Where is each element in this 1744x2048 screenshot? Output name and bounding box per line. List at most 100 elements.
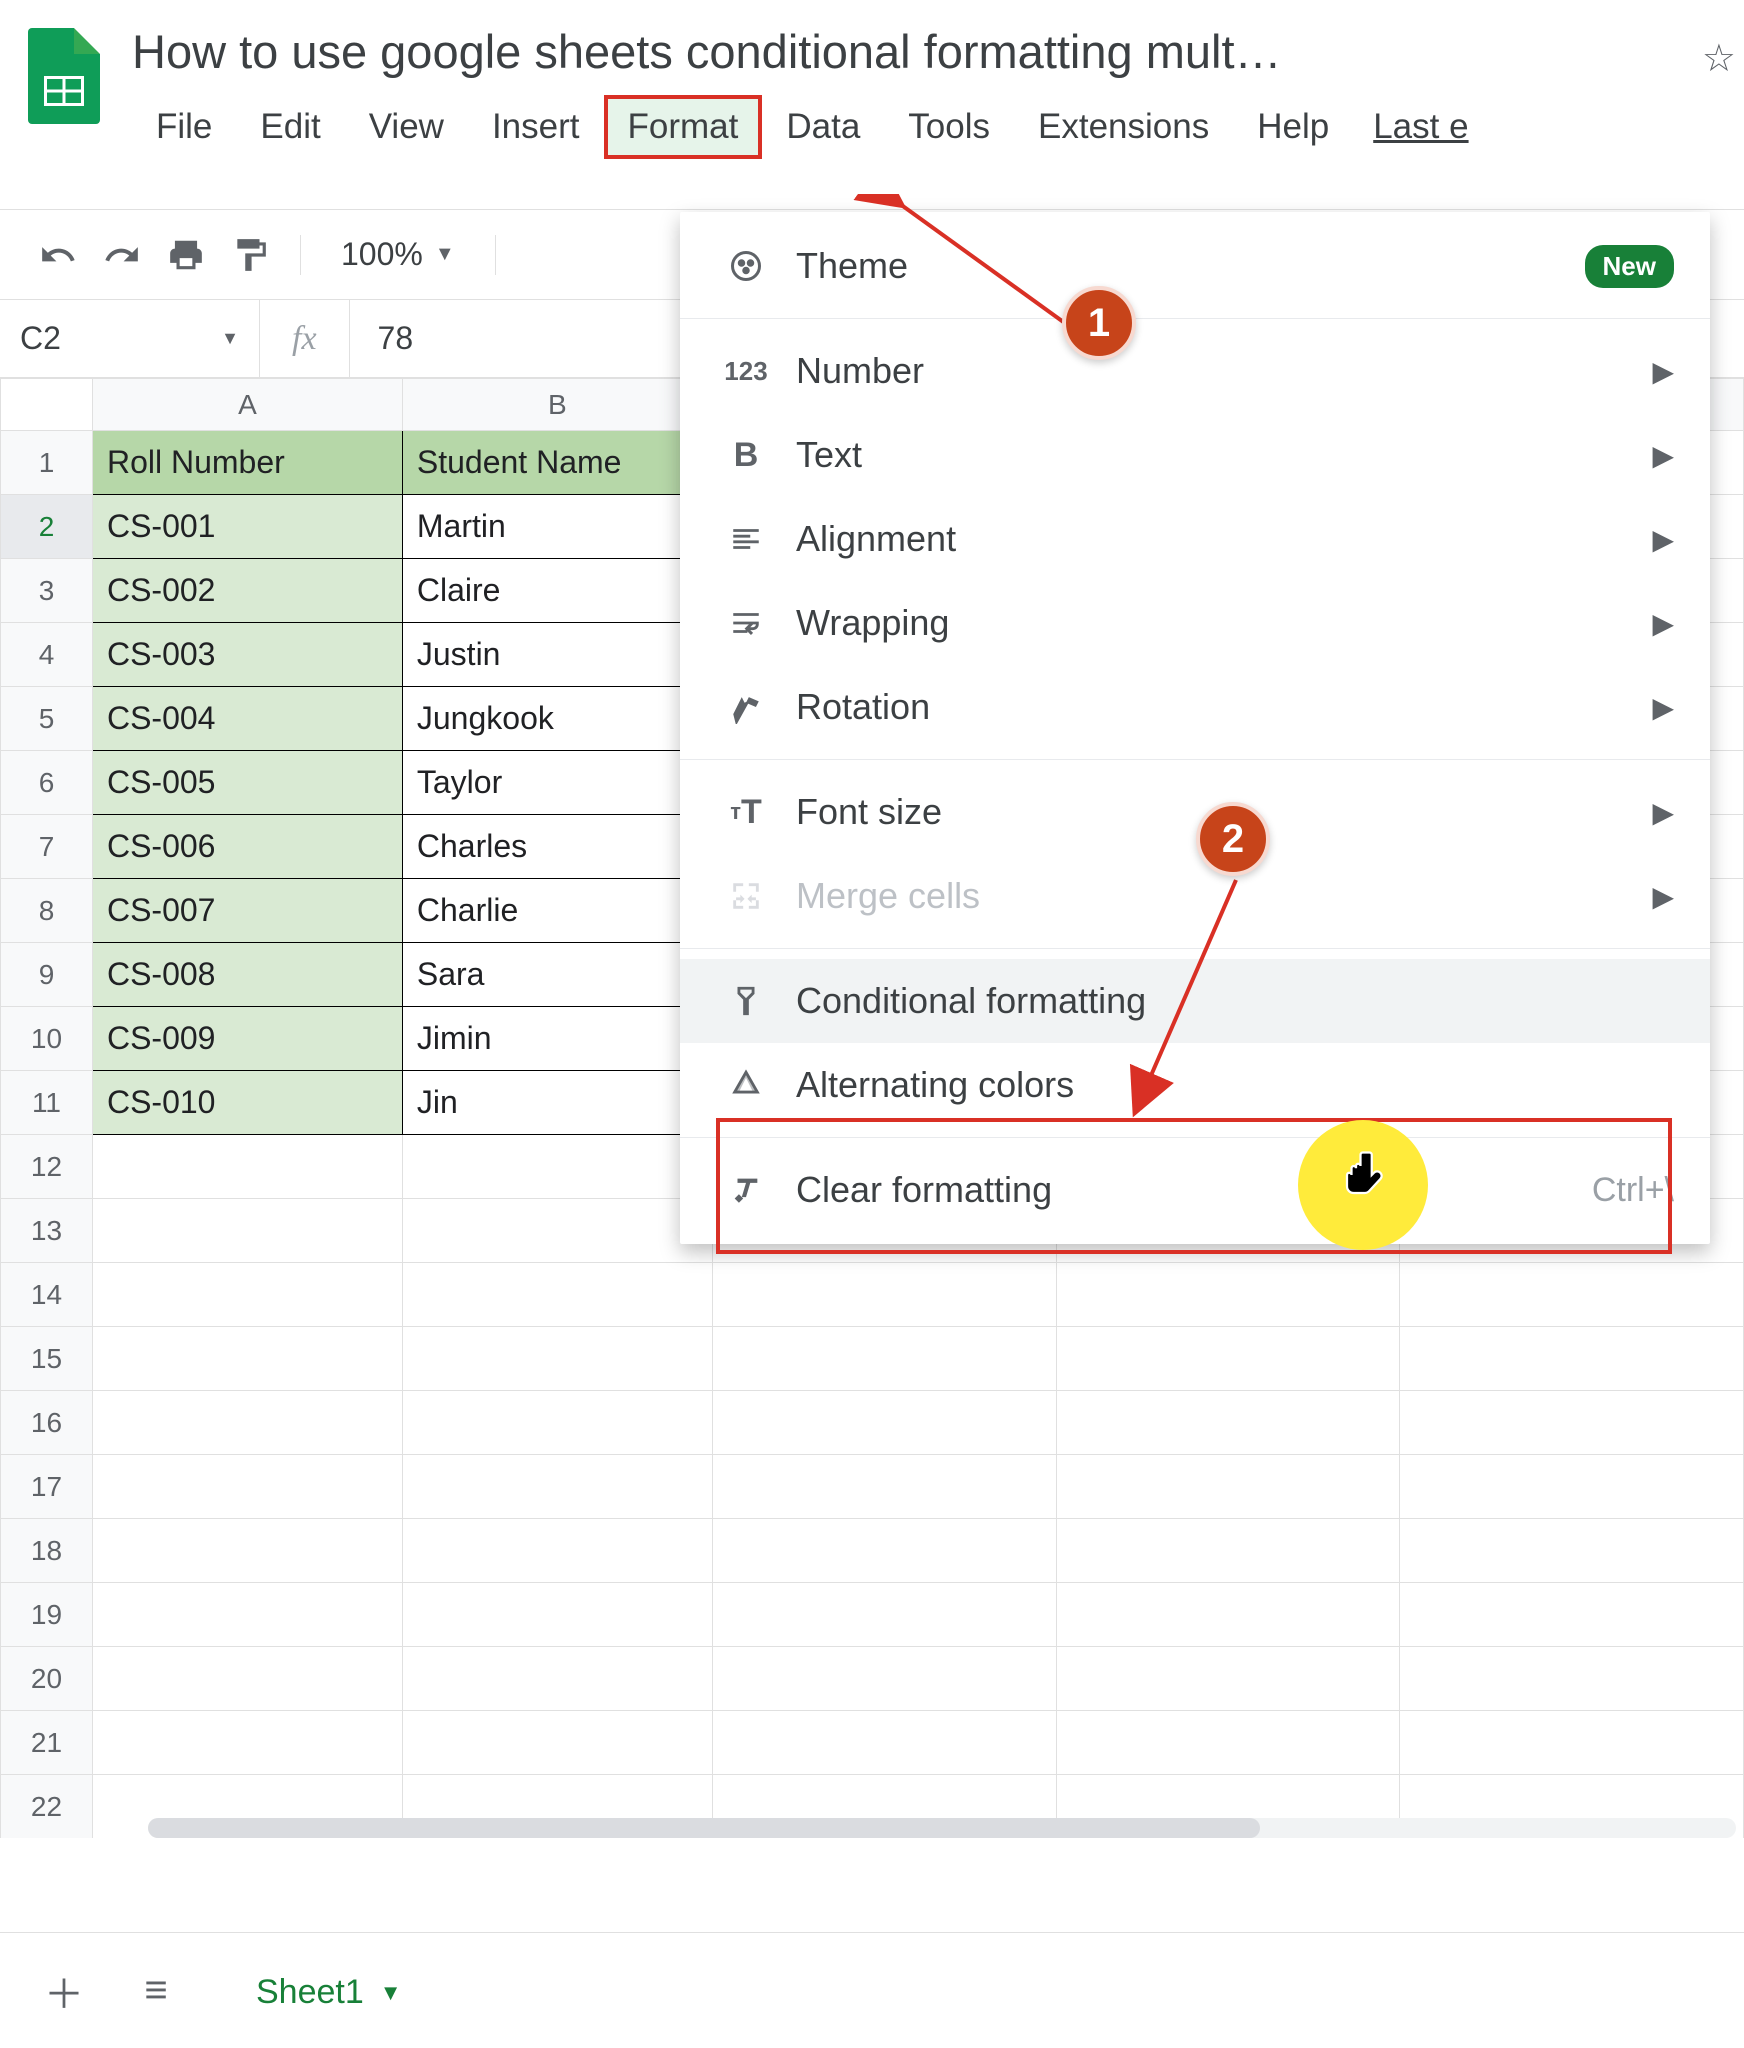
cell[interactable]: Jimin [402, 1007, 712, 1071]
cell[interactable] [402, 1711, 712, 1775]
cell[interactable]: CS-007 [92, 879, 402, 943]
cell[interactable] [92, 1199, 402, 1263]
cell[interactable] [1056, 1327, 1400, 1391]
cell[interactable] [92, 1647, 402, 1711]
cell[interactable] [1400, 1391, 1744, 1455]
menu-insert[interactable]: Insert [468, 95, 604, 159]
row-header[interactable]: 11 [1, 1071, 93, 1135]
cell[interactable]: Martin [402, 495, 712, 559]
last-edit-link[interactable]: Last e [1353, 95, 1468, 159]
document-title[interactable]: How to use google sheets conditional for… [132, 16, 1736, 91]
cell[interactable] [1056, 1711, 1400, 1775]
cell[interactable] [92, 1583, 402, 1647]
cell[interactable] [1400, 1647, 1744, 1711]
cell[interactable]: CS-009 [92, 1007, 402, 1071]
menu-help[interactable]: Help [1233, 95, 1353, 159]
row-header[interactable]: 6 [1, 751, 93, 815]
menu-wrapping[interactable]: Wrapping ▶ [680, 581, 1710, 665]
cell[interactable] [402, 1583, 712, 1647]
name-box[interactable]: C2 ▼ [0, 300, 260, 377]
cell[interactable]: CS-005 [92, 751, 402, 815]
cell[interactable] [402, 1455, 712, 1519]
cell[interactable] [712, 1455, 1056, 1519]
row-header[interactable]: 10 [1, 1007, 93, 1071]
cell[interactable]: Jungkook [402, 687, 712, 751]
cell[interactable] [402, 1391, 712, 1455]
add-sheet-button[interactable]: ＋ [36, 1963, 92, 2019]
cell[interactable] [1400, 1583, 1744, 1647]
row-header[interactable]: 18 [1, 1519, 93, 1583]
cell[interactable] [92, 1391, 402, 1455]
cell[interactable]: Claire [402, 559, 712, 623]
menu-rotation[interactable]: Rotation ▶ [680, 665, 1710, 749]
cell[interactable] [1400, 1263, 1744, 1327]
cell[interactable] [1400, 1455, 1744, 1519]
row-header[interactable]: 12 [1, 1135, 93, 1199]
zoom-selector[interactable]: 100% ▼ [329, 236, 467, 273]
cell[interactable] [712, 1519, 1056, 1583]
row-header[interactable]: 4 [1, 623, 93, 687]
row-header[interactable]: 16 [1, 1391, 93, 1455]
cell[interactable] [92, 1135, 402, 1199]
cell[interactable] [1400, 1327, 1744, 1391]
menu-extensions[interactable]: Extensions [1014, 95, 1233, 159]
menu-tools[interactable]: Tools [884, 95, 1014, 159]
menu-number[interactable]: 123 Number ▶ [680, 329, 1710, 413]
cell[interactable]: CS-010 [92, 1071, 402, 1135]
menu-font-size[interactable]: тT Font size ▶ [680, 770, 1710, 854]
cell[interactable] [1056, 1263, 1400, 1327]
cell[interactable] [92, 1455, 402, 1519]
menu-view[interactable]: View [345, 95, 468, 159]
paint-format-icon[interactable] [228, 233, 272, 277]
cell[interactable]: Justin [402, 623, 712, 687]
cell[interactable] [1056, 1647, 1400, 1711]
cell[interactable] [402, 1519, 712, 1583]
menu-text[interactable]: B Text ▶ [680, 413, 1710, 497]
cell[interactable] [712, 1263, 1056, 1327]
cell[interactable]: CS-004 [92, 687, 402, 751]
scrollbar-thumb[interactable] [148, 1818, 1260, 1838]
row-header[interactable]: 17 [1, 1455, 93, 1519]
menu-theme[interactable]: Theme New [680, 224, 1710, 308]
row-header[interactable]: 1 [1, 431, 93, 495]
cell[interactable] [712, 1583, 1056, 1647]
cell[interactable]: Charlie [402, 879, 712, 943]
cell[interactable] [402, 1263, 712, 1327]
row-header[interactable]: 8 [1, 879, 93, 943]
row-header[interactable]: 3 [1, 559, 93, 623]
print-icon[interactable] [164, 233, 208, 277]
cell[interactable] [92, 1519, 402, 1583]
row-header[interactable]: 15 [1, 1327, 93, 1391]
cell[interactable] [1400, 1711, 1744, 1775]
column-header[interactable]: B [402, 379, 712, 431]
menu-conditional-formatting[interactable]: Conditional formatting [680, 959, 1710, 1043]
cell[interactable] [402, 1135, 712, 1199]
cell[interactable]: Roll Number [92, 431, 402, 495]
cell[interactable] [712, 1327, 1056, 1391]
row-header[interactable]: 7 [1, 815, 93, 879]
cell[interactable] [1056, 1455, 1400, 1519]
menu-data[interactable]: Data [762, 95, 884, 159]
cell[interactable] [402, 1199, 712, 1263]
row-header[interactable]: 19 [1, 1583, 93, 1647]
row-header[interactable]: 14 [1, 1263, 93, 1327]
cell[interactable] [92, 1711, 402, 1775]
sheet-tab-sheet1[interactable]: Sheet1 ▼ [220, 1945, 438, 2036]
undo-icon[interactable] [36, 233, 80, 277]
cell[interactable]: CS-002 [92, 559, 402, 623]
row-header[interactable]: 22 [1, 1775, 93, 1839]
cell[interactable] [92, 1263, 402, 1327]
row-header[interactable]: 20 [1, 1647, 93, 1711]
cell[interactable] [1056, 1391, 1400, 1455]
cell[interactable] [402, 1327, 712, 1391]
cell[interactable] [1056, 1583, 1400, 1647]
cell[interactable] [402, 1647, 712, 1711]
cell[interactable] [1400, 1519, 1744, 1583]
row-header[interactable]: 2 [1, 495, 93, 559]
redo-icon[interactable] [100, 233, 144, 277]
row-header[interactable]: 5 [1, 687, 93, 751]
row-header[interactable]: 13 [1, 1199, 93, 1263]
cell[interactable] [712, 1391, 1056, 1455]
menu-edit[interactable]: Edit [236, 95, 344, 159]
cell[interactable]: CS-003 [92, 623, 402, 687]
